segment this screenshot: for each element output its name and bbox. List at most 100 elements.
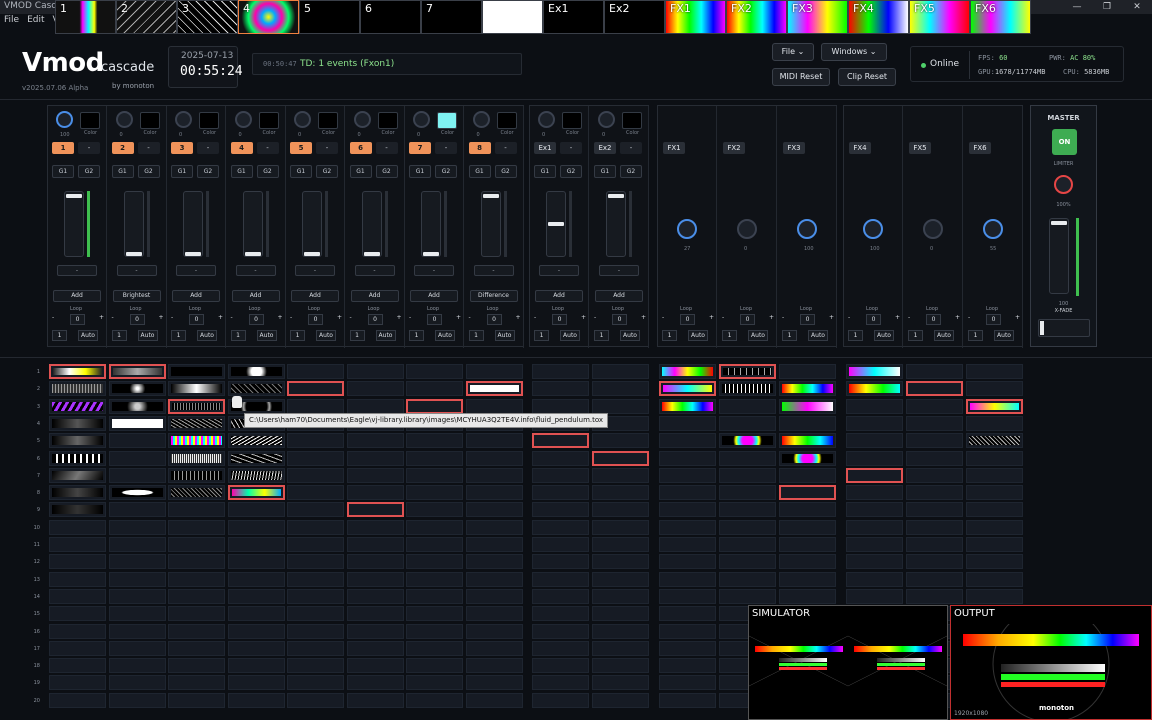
clip-slot[interactable] (906, 537, 963, 552)
clip-slot[interactable] (406, 537, 463, 552)
clip-slot[interactable] (592, 571, 649, 587)
auto-button[interactable]: Auto (137, 330, 158, 341)
clip-slot[interactable] (532, 623, 589, 639)
clip-slot[interactable] (592, 433, 649, 449)
channel-value-field[interactable]: - (116, 265, 157, 276)
clip-slot[interactable] (227, 675, 285, 691)
channel-menu-button[interactable]: - (375, 142, 398, 154)
clip-slot[interactable] (779, 433, 836, 449)
channel-menu-button[interactable]: - (620, 142, 642, 154)
clip-slot[interactable] (592, 519, 649, 535)
step-field[interactable]: 1 (349, 330, 365, 341)
fx-amount-knob[interactable] (863, 219, 883, 239)
clip-slot[interactable] (659, 433, 716, 449)
clip-slot[interactable] (287, 398, 344, 414)
opacity-knob[interactable] (413, 111, 430, 128)
clip-slot[interactable] (168, 467, 225, 483)
channel-value-field[interactable]: - (599, 265, 639, 276)
loop-count-field[interactable]: 0 (926, 314, 941, 325)
clip-slot[interactable] (227, 640, 285, 656)
loop-decrement-button[interactable]: - (231, 314, 233, 324)
xfade-slider[interactable] (1038, 319, 1090, 337)
clip-slot[interactable] (719, 519, 776, 535)
group-1-button[interactable]: G1 (534, 165, 556, 178)
clip-slot[interactable] (966, 398, 1023, 414)
clip-slot[interactable] (108, 658, 166, 674)
clip-slot[interactable] (287, 640, 344, 656)
clip-slot[interactable] (846, 433, 903, 449)
clip-slot[interactable] (906, 433, 963, 449)
clip-slot[interactable] (719, 588, 776, 604)
channel-select-button[interactable]: Ex1 (534, 142, 556, 154)
clip-slot[interactable] (532, 381, 589, 397)
clip-slot[interactable] (906, 502, 963, 518)
clip-slot[interactable] (49, 519, 106, 535)
clip-slot[interactable] (287, 537, 344, 552)
loop-count-field[interactable]: 0 (740, 314, 755, 325)
clip-slot[interactable] (592, 537, 649, 552)
step-field[interactable]: 1 (468, 330, 484, 341)
color-swatch[interactable] (139, 112, 160, 129)
clip-slot[interactable] (108, 364, 166, 379)
loop-increment-button[interactable]: + (516, 314, 521, 324)
clip-slot[interactable] (966, 588, 1023, 604)
clip-slot[interactable] (846, 554, 903, 570)
clip-slot[interactable] (346, 519, 404, 535)
clip-slot[interactable] (719, 398, 776, 414)
loop-increment-button[interactable]: + (218, 314, 223, 324)
group-1-button[interactable]: G1 (594, 165, 616, 178)
clip-slot[interactable] (287, 519, 344, 535)
auto-button[interactable]: Auto (994, 330, 1014, 341)
clip-slot[interactable] (465, 692, 523, 708)
color-swatch[interactable] (437, 112, 457, 129)
loop-increment-button[interactable]: + (397, 314, 402, 324)
clip-slot[interactable] (465, 519, 523, 535)
channel-select-button[interactable]: 7 (409, 142, 431, 154)
group-1-button[interactable]: G1 (52, 165, 74, 178)
loop-increment-button[interactable]: + (769, 314, 774, 324)
channel-value-field[interactable]: - (539, 265, 579, 276)
clip-slot[interactable] (465, 623, 523, 639)
color-swatch[interactable] (622, 112, 642, 129)
clip-slot[interactable] (906, 571, 963, 587)
clip-slot[interactable] (966, 554, 1023, 570)
opacity-knob[interactable] (598, 111, 615, 128)
master-on-button[interactable]: ON (1052, 129, 1077, 155)
clip-slot[interactable] (108, 381, 166, 397)
clip-slot[interactable] (719, 502, 776, 518)
clip-slot[interactable] (49, 640, 106, 656)
channel-fader-handle[interactable] (304, 252, 320, 256)
clip-slot[interactable] (406, 588, 463, 604)
group-1-button[interactable]: G1 (230, 165, 253, 178)
master-fader-handle[interactable] (1051, 221, 1067, 225)
clip-slot[interactable] (532, 398, 589, 414)
preview-thumb-fx4[interactable]: FX4 (848, 0, 909, 34)
loop-count-field[interactable]: 0 (367, 314, 383, 325)
clip-slot[interactable] (532, 519, 589, 535)
auto-button[interactable]: Auto (197, 330, 217, 341)
blend-mode-button[interactable]: Add (172, 290, 220, 302)
step-field[interactable]: 1 (230, 330, 246, 341)
clip-slot[interactable] (287, 571, 344, 587)
clip-slot[interactable] (532, 450, 589, 466)
clip-slot[interactable] (168, 606, 225, 622)
color-swatch[interactable] (377, 112, 398, 129)
menu-file[interactable]: File (0, 14, 23, 28)
step-field[interactable]: 1 (968, 330, 983, 341)
clip-slot[interactable] (168, 485, 225, 501)
clip-slot[interactable] (592, 485, 649, 501)
clip-slot[interactable] (465, 606, 523, 622)
master-fader[interactable] (1049, 218, 1069, 294)
loop-increment-button[interactable]: + (641, 314, 646, 324)
clip-slot[interactable] (966, 485, 1023, 501)
group-2-button[interactable]: G2 (620, 165, 642, 178)
clip-slot[interactable] (846, 537, 903, 552)
color-swatch[interactable] (80, 112, 100, 129)
clip-slot[interactable] (659, 485, 716, 501)
channel-menu-button[interactable]: - (78, 142, 100, 154)
channel-menu-button[interactable]: - (494, 142, 517, 154)
clip-slot[interactable] (906, 415, 963, 431)
preview-thumb-ex2[interactable]: Ex2 (604, 0, 665, 34)
clip-slot[interactable] (108, 606, 166, 622)
channel-fader[interactable] (183, 191, 203, 257)
